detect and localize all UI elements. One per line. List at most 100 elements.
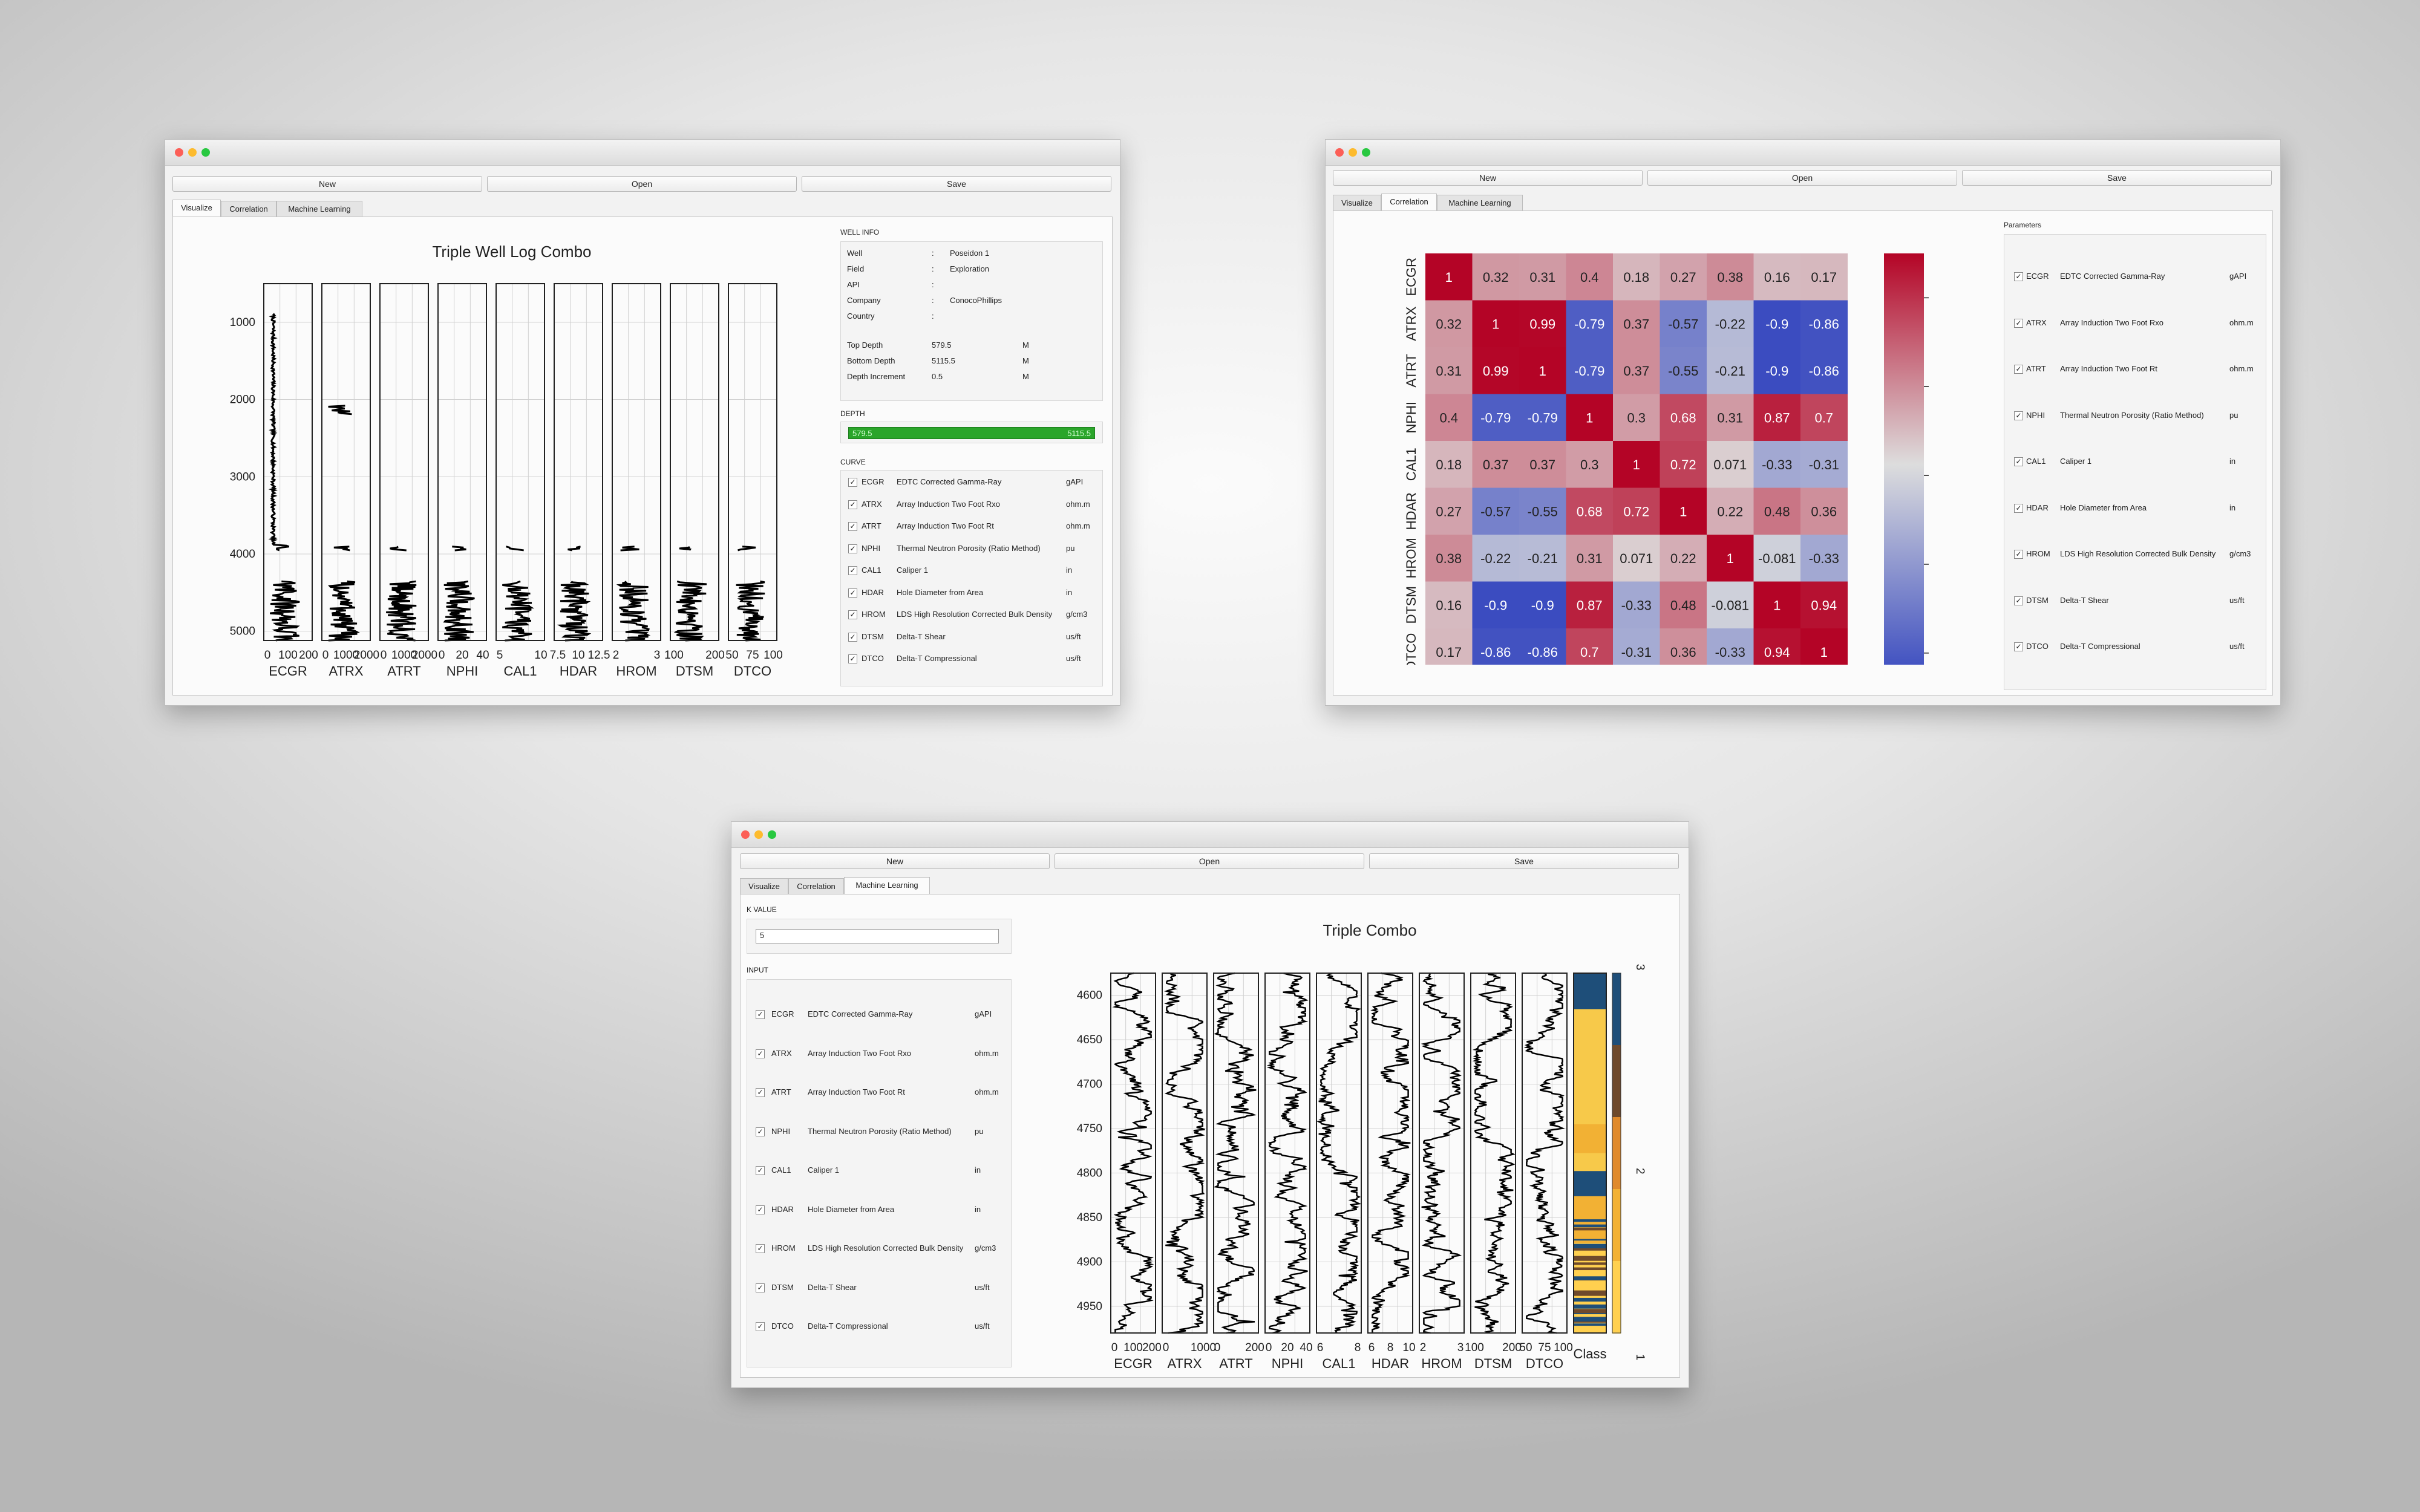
k-value-input[interactable]: 5 <box>756 929 999 943</box>
curve-checkbox[interactable]: ✓ <box>848 632 857 642</box>
class-band <box>1574 1309 1606 1314</box>
curve-checkbox[interactable]: ✓ <box>848 588 857 598</box>
minimize-window-button[interactable] <box>1349 148 1357 157</box>
tab-visualize[interactable]: Visualize <box>740 878 788 894</box>
close-window-button[interactable] <box>741 830 750 839</box>
curve-mnemonic: ATRT <box>771 1087 791 1097</box>
curve-checkbox[interactable]: ✓ <box>756 1244 765 1253</box>
curve-row-dtsm[interactable]: ✓ DTSM Delta-T Shear us/ft <box>2004 595 2266 606</box>
curve-row-nphi[interactable]: ✓ NPHI Thermal Neutron Porosity (Ratio Met… <box>841 543 1102 554</box>
curve-checkbox[interactable]: ✓ <box>756 1283 765 1292</box>
title-bar[interactable] <box>165 140 1120 166</box>
curve-row-dtco[interactable]: ✓ DTCO Delta-T Compressional us/ft <box>747 1321 1011 1332</box>
curve-row-hdar[interactable]: ✓ HDAR Hole Diameter from Area in <box>2004 503 2266 513</box>
new-button[interactable]: New <box>1333 170 1643 186</box>
curve-checkbox[interactable]: ✓ <box>848 566 857 575</box>
new-button[interactable]: New <box>740 853 1050 869</box>
save-button[interactable]: Save <box>802 176 1111 192</box>
curve-checkbox[interactable]: ✓ <box>756 1166 765 1175</box>
curve-row-atrt[interactable]: ✓ ATRT Array Induction Two Foot Rt ohm.m <box>2004 363 2266 374</box>
zoom-window-button[interactable] <box>768 830 776 839</box>
curve-row-atrt[interactable]: ✓ ATRT Array Induction Two Foot Rt ohm.m <box>747 1087 1011 1098</box>
close-window-button[interactable] <box>175 148 183 157</box>
curve-checkbox[interactable]: ✓ <box>848 478 857 487</box>
curve-checkbox[interactable]: ✓ <box>848 610 857 619</box>
tab-machine-learning[interactable]: Machine Learning <box>276 201 362 217</box>
tab-machine-learning[interactable]: Machine Learning <box>1437 195 1523 211</box>
new-button[interactable]: New <box>172 176 482 192</box>
track-label: NPHI <box>446 663 479 679</box>
open-button[interactable]: Open <box>1055 853 1364 869</box>
x-tick-label: 200 <box>299 649 318 662</box>
curve-row-hrom[interactable]: ✓ HROM LDS High Resolution Corrected Bulk … <box>2004 549 2266 559</box>
curve-row-ecgr[interactable]: ✓ ECGR EDTC Corrected Gamma-Ray gAPI <box>747 1009 1011 1020</box>
tab-correlation[interactable]: Correlation <box>788 878 844 894</box>
zoom-window-button[interactable] <box>1362 148 1370 157</box>
curve-checkbox[interactable]: ✓ <box>2014 642 2023 651</box>
curve-checkbox[interactable]: ✓ <box>848 500 857 509</box>
curve-checkbox[interactable]: ✓ <box>756 1088 765 1097</box>
open-button[interactable]: Open <box>1647 170 1957 186</box>
curve-checkbox[interactable]: ✓ <box>2014 318 2023 328</box>
curve-checkbox[interactable]: ✓ <box>2014 503 2023 513</box>
curve-row-hdar[interactable]: ✓ HDAR Hole Diameter from Area in <box>841 587 1102 598</box>
curve-checkbox[interactable]: ✓ <box>848 544 857 553</box>
curve-checkbox[interactable]: ✓ <box>2014 596 2023 605</box>
curve-row-cal1[interactable]: ✓ CAL1 Caliper 1 in <box>2004 456 2266 467</box>
tab-visualize[interactable]: Visualize <box>172 200 221 217</box>
curve-row-dtco[interactable]: ✓ DTCO Delta-T Compressional us/ft <box>841 653 1102 664</box>
colorbar-gradient <box>1884 253 1924 665</box>
curve-row-nphi[interactable]: ✓ NPHI Thermal Neutron Porosity (Ratio Met… <box>747 1126 1011 1137</box>
minimize-window-button[interactable] <box>754 830 763 839</box>
depth-group: 579.5 5115.5 <box>840 422 1103 443</box>
curve-row-cal1[interactable]: ✓ CAL1 Caliper 1 in <box>841 565 1102 576</box>
curve-row-ecgr[interactable]: ✓ ECGR EDTC Corrected Gamma-Ray gAPI <box>2004 271 2266 282</box>
curve-checkbox[interactable]: ✓ <box>756 1049 765 1058</box>
minimize-window-button[interactable] <box>188 148 197 157</box>
track-dtsm: 100 200 DTSM <box>1465 972 1522 1371</box>
curve-row-atrt[interactable]: ✓ ATRT Array Induction Two Foot Rt ohm.m <box>841 521 1102 532</box>
curve-row-atrx[interactable]: ✓ ATRX Array Induction Two Foot Rxo ohm.m <box>2004 318 2266 328</box>
curve-row-hrom[interactable]: ✓ HROM LDS High Resolution Corrected Bulk … <box>747 1243 1011 1254</box>
curve-checkbox[interactable]: ✓ <box>756 1010 765 1019</box>
well-info-key: Depth Increment <box>847 372 906 381</box>
save-button[interactable]: Save <box>1962 170 2272 186</box>
curve-checkbox[interactable]: ✓ <box>2014 411 2023 420</box>
title-bar[interactable] <box>1326 140 2280 166</box>
curve-checkbox[interactable]: ✓ <box>2014 457 2023 466</box>
curve-row-hrom[interactable]: ✓ HROM LDS High Resolution Corrected Bulk … <box>841 609 1102 620</box>
curve-row-atrx[interactable]: ✓ ATRX Array Induction Two Foot Rxo ohm.m <box>747 1048 1011 1059</box>
curve-checkbox[interactable]: ✓ <box>848 522 857 531</box>
tab-correlation[interactable]: Correlation <box>221 201 276 217</box>
curve-row-dtsm[interactable]: ✓ DTSM Delta-T Shear us/ft <box>747 1282 1011 1293</box>
tab-visualize[interactable]: Visualize <box>1333 195 1381 211</box>
curve-unit: ohm.m <box>975 1087 999 1097</box>
curve-checkbox[interactable]: ✓ <box>756 1205 765 1214</box>
curve-row-atrx[interactable]: ✓ ATRX Array Induction Two Foot Rxo ohm.m <box>841 499 1102 510</box>
curve-row-dtsm[interactable]: ✓ DTSM Delta-T Shear us/ft <box>841 631 1102 642</box>
heatmap-value: 0.18 <box>1436 457 1462 472</box>
close-window-button[interactable] <box>1335 148 1344 157</box>
curve-checkbox[interactable]: ✓ <box>756 1127 765 1136</box>
curve-checkbox[interactable]: ✓ <box>756 1322 765 1331</box>
curve-checkbox[interactable]: ✓ <box>2014 550 2023 559</box>
curve-checkbox[interactable]: ✓ <box>848 654 857 663</box>
open-button[interactable]: Open <box>487 176 797 192</box>
curve-row-ecgr[interactable]: ✓ ECGR EDTC Corrected Gamma-Ray gAPI <box>841 477 1102 487</box>
curve-row-nphi[interactable]: ✓ NPHI Thermal Neutron Porosity (Ratio Met… <box>2004 410 2266 421</box>
save-button[interactable]: Save <box>1369 853 1679 869</box>
curve-row-cal1[interactable]: ✓ CAL1 Caliper 1 in <box>747 1165 1011 1176</box>
curve-row-dtco[interactable]: ✓ DTCO Delta-T Compressional us/ft <box>2004 641 2266 652</box>
curve-checkbox[interactable]: ✓ <box>2014 365 2023 374</box>
curve-row-hdar[interactable]: ✓ HDAR Hole Diameter from Area in <box>747 1204 1011 1215</box>
parameters-group: ✓ ECGR EDTC Corrected Gamma-Ray gAPI ✓ ATRX Ar… <box>2004 234 2266 690</box>
zoom-window-button[interactable] <box>201 148 210 157</box>
curve-unit: us/ft <box>2229 642 2245 651</box>
curve-description: EDTC Corrected Gamma-Ray <box>897 477 1002 486</box>
curve-mnemonic: HROM <box>862 610 886 619</box>
title-bar[interactable] <box>731 822 1689 848</box>
tab-machine-learning[interactable]: Machine Learning <box>844 877 930 894</box>
tab-correlation[interactable]: Correlation <box>1381 194 1437 211</box>
depth-range-slider[interactable]: 579.5 5115.5 <box>848 427 1095 439</box>
curve-checkbox[interactable]: ✓ <box>2014 272 2023 281</box>
